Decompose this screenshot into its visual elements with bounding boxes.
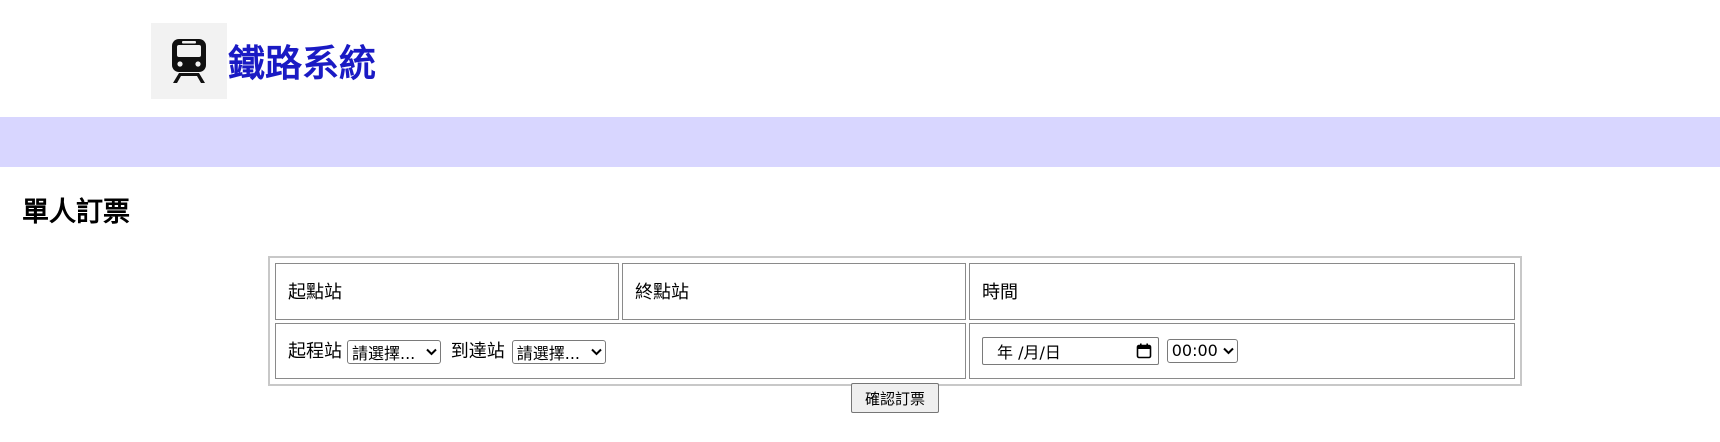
calendar-icon[interactable] bbox=[1136, 343, 1152, 359]
time-select[interactable]: 00:00 bbox=[1166, 338, 1238, 363]
destination-select-value: 請選擇... bbox=[516, 344, 580, 364]
page-heading: 單人訂票 bbox=[22, 197, 130, 228]
origin-label: 起程站 bbox=[288, 341, 342, 363]
site-title: 鐵路系統 bbox=[228, 42, 376, 85]
date-input-value: 年 /月/日 bbox=[997, 342, 1061, 362]
confirm-booking-button[interactable]: 確認訂票 bbox=[851, 383, 939, 413]
destination-label: 到達站 bbox=[450, 341, 505, 363]
column-header-time: 時間 bbox=[969, 263, 1515, 320]
time-select-value: 00:00 bbox=[1171, 341, 1218, 361]
train-icon bbox=[151, 23, 227, 99]
station-cell: 起程站 請選擇... 到達站 請選擇... bbox=[275, 322, 966, 379]
origin-select-value: 請選擇... bbox=[352, 344, 416, 364]
origin-select[interactable]: 請選擇... bbox=[347, 340, 441, 365]
column-header-origin: 起點站 bbox=[275, 263, 619, 320]
navigation-bar bbox=[0, 117, 1720, 167]
chevron-down-icon bbox=[591, 348, 602, 356]
header: 鐵路系統 bbox=[0, 0, 1720, 117]
table-header-row: 起點站 終點站 時間 bbox=[275, 263, 1515, 320]
destination-select[interactable]: 請選擇... bbox=[511, 340, 606, 365]
table-input-row: 起程站 請選擇... 到達站 請選擇... 年 /月/日 00:00 bbox=[275, 322, 1515, 379]
chevron-down-icon bbox=[1223, 347, 1234, 355]
date-input[interactable]: 年 /月/日 bbox=[982, 336, 1159, 365]
chevron-down-icon bbox=[426, 348, 437, 356]
booking-table: 起點站 終點站 時間 起程站 請選擇... 到達站 請選擇... 年 /月/日 00… bbox=[268, 256, 1522, 386]
time-cell: 年 /月/日 00:00 bbox=[969, 322, 1515, 379]
column-header-destination: 終點站 bbox=[622, 263, 966, 320]
